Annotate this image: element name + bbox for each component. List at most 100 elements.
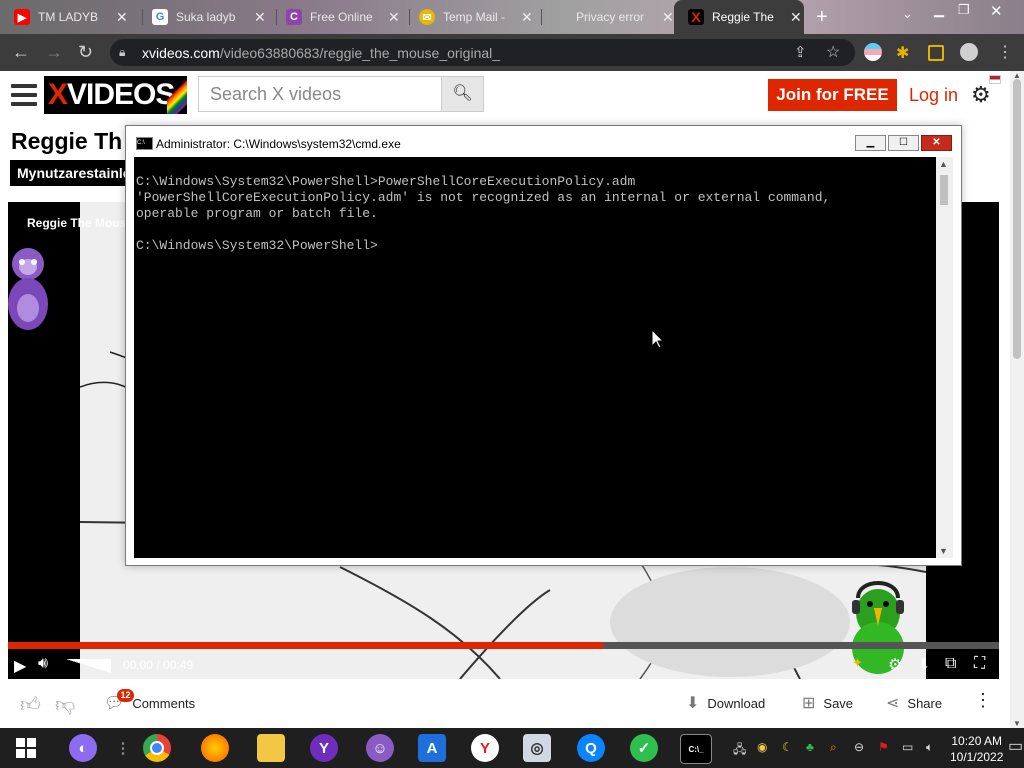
picture-in-picture-icon[interactable]: ⧉ [945,655,956,673]
reload-icon[interactable]: ↻ [78,42,93,63]
thumbs-up-icon[interactable]: 👍︎ [20,693,49,717]
close-tab-icon[interactable]: ✕ [116,9,128,26]
scroll-down-icon[interactable]: ▼ [1013,719,1021,728]
close-tab-icon[interactable]: ✕ [521,9,533,26]
volume-slider[interactable] [66,659,111,673]
bonzi-buddy-taskbar-icon[interactable]: ☺ [366,734,394,762]
tab-2[interactable]: G Suka ladyb ✕ [138,0,275,34]
yahoo-messenger-icon[interactable]: Y [310,734,338,762]
close-tab-icon[interactable]: ✕ [388,9,400,26]
hd-settings-icon[interactable]: ⚙ [888,655,902,675]
url-text[interactable]: xvideos.com/video63880683/reggie_the_mou… [142,45,500,61]
profile-avatar-icon[interactable] [960,43,978,61]
video-progress-bar[interactable] [8,642,999,649]
notifications-icon[interactable]: ▭ [1008,736,1023,756]
new-tab-icon[interactable]: + [816,6,828,29]
tab-3[interactable]: C Free Online ✕ [272,0,408,34]
browser-menu-icon[interactable]: ⋮ [997,42,1013,62]
taskbar-gripper-icon: ⋮ [115,740,131,757]
rainbow-ribbon-icon [167,76,187,114]
tray-flag-icon[interactable]: ⚑ [878,740,889,754]
taskbar-clock[interactable]: 10:20 AM 10/1/2022 [950,733,1003,765]
tab-4[interactable]: ✉ Temp Mail - ✕ [405,0,541,34]
cmd-titlebar[interactable]: C:\ Administrator: C:\Windows\system32\c… [126,126,961,157]
url-bar[interactable]: 🔒︎ xvideos.com/video63880683/reggie_the_… [110,39,855,66]
tray-search-icon[interactable]: ⌕ [830,740,837,755]
cmd-scrollbar[interactable]: ▲ ▼ [936,157,953,558]
clock-time: 10:20 AM [951,734,1003,748]
save-button[interactable]: ⊞ Save [802,693,853,713]
fullscreen-icon[interactable]: ⛶ [974,655,985,673]
share-button[interactable]: ⋖ Share [886,693,942,713]
q-app-icon[interactable]: Q [577,734,605,762]
gear-icon[interactable]: ⚙ [971,82,991,108]
forward-icon[interactable]: → [45,42,63,63]
more-options-icon[interactable]: ⋮ [974,690,992,711]
file-explorer-icon[interactable] [257,734,285,762]
console-line: C:\Windows\System32\PowerShell>PowerShel… [136,174,636,189]
cmd-maximize-button[interactable]: ☐ [888,135,919,151]
arc-app-icon[interactable]: A [418,734,446,762]
tray-monitor-icon[interactable]: ▭ [902,740,913,754]
search-button[interactable]: 🔍︎ [441,76,484,112]
side-panel-icon[interactable] [928,45,944,61]
login-link[interactable]: Log in [909,85,958,106]
chrome-icon[interactable] [143,734,171,762]
thumbs-down-icon[interactable]: 👎︎ [55,693,83,717]
hamburger-menu-icon[interactable] [11,84,37,111]
search-input[interactable]: Search X videos [198,76,442,112]
video-title: Reggie Th [11,128,123,154]
scroll-thumb[interactable] [1013,79,1021,359]
cmd-scroll-up-icon[interactable]: ▲ [939,159,948,169]
close-tab-icon[interactable]: ✕ [790,9,802,26]
windows-start-icon[interactable] [12,734,40,762]
tab-title: Free Online [310,10,373,24]
volume-icon[interactable]: 🔊︎ [38,655,48,673]
us-flag-icon[interactable] [989,75,1001,84]
download-button[interactable]: ⬇ Download [686,693,765,713]
yandex-icon[interactable]: Y [471,734,499,762]
tray-banana-icon[interactable]: ☾ [782,740,793,754]
cmd-window[interactable]: C:\ Administrator: C:\Windows\system32\c… [125,125,962,566]
uploader-badge[interactable]: Mynutzarestainle [10,160,138,186]
minimize-icon[interactable]: ▁ [934,2,944,18]
tray-minus-icon[interactable]: ⊖ [854,740,864,754]
cmd-console[interactable]: C:\Windows\System32\PowerShell>PowerShel… [134,157,936,558]
cmd-window-title: Administrator: C:\Windows\system32\cmd.e… [156,137,401,151]
tray-yellow-icon[interactable]: ◉ [757,740,767,754]
tray-green-icon[interactable]: ♣ [806,740,814,754]
lock-icon[interactable]: 🔒︎ [119,45,125,60]
tray-volume-icon[interactable]: 🔈︎ [926,740,933,755]
youtube-icon: ▶ [14,9,30,25]
cmd-taskbar-icon[interactable]: C:\_ [680,734,712,764]
download-video-icon[interactable]: ⬇ [917,655,930,675]
tab-6-active[interactable]: X Reggie The ✕ [674,0,804,34]
restore-icon[interactable]: ❐ [958,2,970,18]
share-page-icon[interactable]: ⇪ [794,43,807,61]
cortana-icon[interactable]: ◐ [69,734,97,762]
close-tab-icon[interactable]: ✕ [662,9,674,26]
cmd-minimize-button[interactable]: ▁ [855,135,886,151]
tray-network-app-icon[interactable]: 🖧 [733,740,746,761]
cmd-scroll-down-icon[interactable]: ▼ [939,546,948,556]
media-app-icon[interactable]: ◎ [523,734,551,762]
green-app-icon[interactable]: ✓ [630,734,658,762]
close-window-icon[interactable]: ✕ [990,2,1003,20]
site-logo[interactable]: XVIDEOS [44,76,187,114]
bookmark-star-icon[interactable]: ☆ [826,42,840,62]
bonzi-buddy-icon[interactable] [8,242,60,337]
extension-flag-icon[interactable] [864,43,882,61]
firefox-icon[interactable] [201,734,229,762]
back-icon[interactable]: ← [12,42,30,63]
tab-1[interactable]: ▶ TM LADYB ✕ [0,0,138,34]
tab-search-chevron-icon[interactable]: ⌄ [902,6,913,22]
player-title: Reggie The Mous [27,216,127,230]
cmd-scroll-thumb[interactable] [940,175,948,205]
tab-5[interactable]: Privacy error ✕ [538,0,674,34]
close-tab-icon[interactable]: ✕ [254,9,266,26]
play-icon[interactable]: ▶ [14,656,26,676]
cmd-close-button[interactable]: ✕ [921,135,952,151]
extensions-puzzle-icon[interactable]: ✱ [896,43,914,62]
join-button[interactable]: Join for FREE [768,79,897,111]
page-scrollbar[interactable]: ▲ ▼ [1010,71,1024,728]
